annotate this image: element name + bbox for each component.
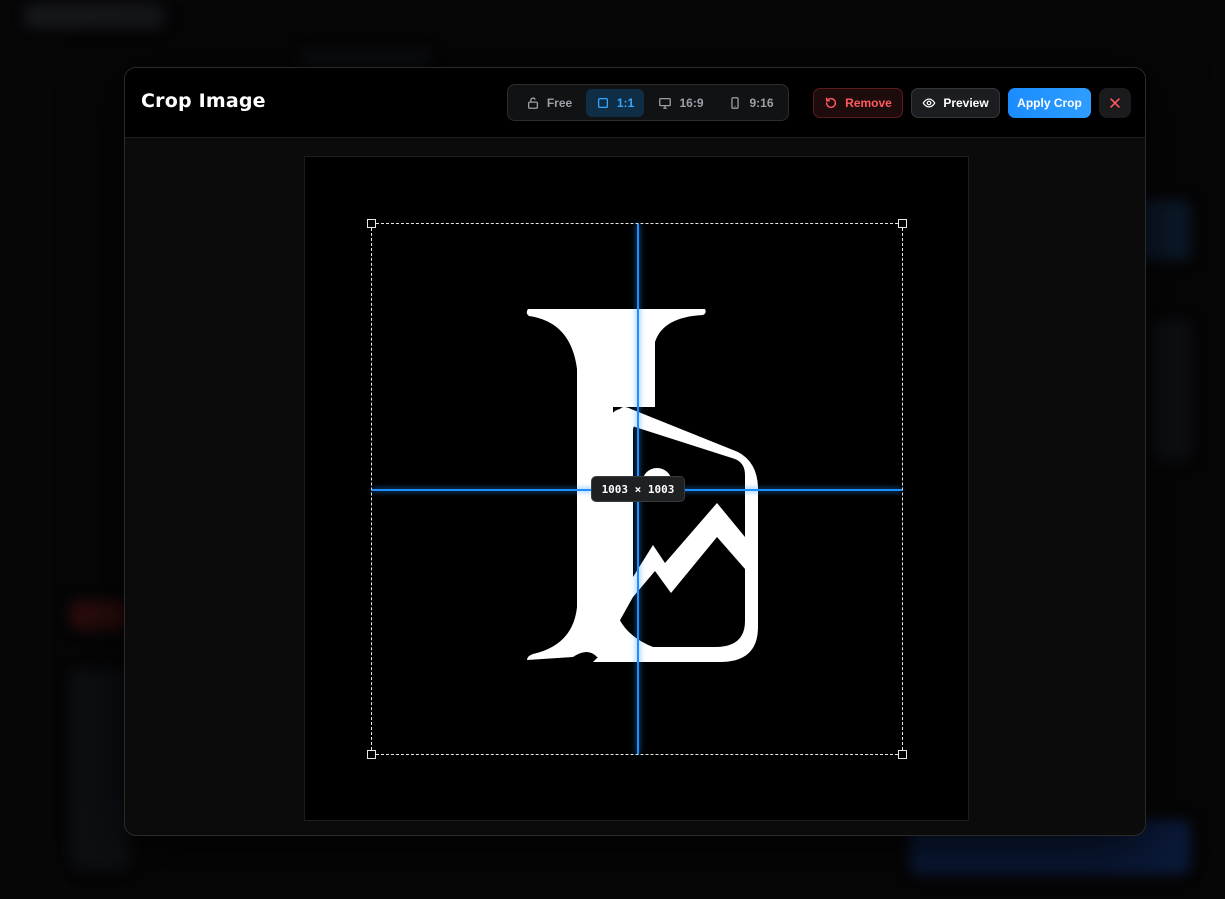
crop-handle-top-right[interactable]	[898, 219, 907, 228]
background-nav-blur	[300, 50, 430, 66]
modal-header: Crop Image Free 1:1 16:9 9:16 Remove Pre…	[125, 68, 1145, 138]
background-sidebar-blur	[1150, 320, 1190, 460]
ratio-free-label: Free	[546, 95, 573, 110]
aspect-ratio-selector: Free 1:1 16:9 9:16	[507, 84, 789, 121]
close-icon	[1110, 98, 1120, 108]
apply-crop-button[interactable]: Apply Crop	[1008, 88, 1091, 118]
ratio-9-16-label: 9:16	[749, 95, 774, 110]
crop-size-label: 1003 × 1003	[591, 476, 685, 502]
phone-icon	[731, 96, 740, 109]
preview-label: Preview	[943, 96, 989, 110]
monitor-icon	[659, 97, 672, 109]
crop-handle-top-left[interactable]	[367, 219, 376, 228]
apply-crop-label: Apply Crop	[1017, 96, 1082, 110]
preview-button[interactable]: Preview	[911, 88, 1000, 118]
crop-handle-bottom-left[interactable]	[367, 750, 376, 759]
background-list-blur	[70, 670, 130, 870]
ratio-16-9-label: 16:9	[679, 95, 704, 110]
crop-image-modal: Crop Image Free 1:1 16:9 9:16 Remove Pre…	[124, 67, 1146, 836]
eye-icon	[922, 98, 936, 108]
background-logo-blur	[24, 4, 164, 28]
ratio-1-1-button[interactable]: 1:1	[586, 88, 644, 117]
crop-handle-bottom-right[interactable]	[898, 750, 907, 759]
square-icon	[597, 97, 608, 108]
lock-open-icon	[527, 96, 538, 109]
rotate-ccw-icon	[826, 97, 837, 109]
crop-selection[interactable]: 1003 × 1003	[367, 219, 907, 759]
ratio-16-9-button[interactable]: 16:9	[644, 89, 718, 117]
ratio-1-1-label: 1:1	[616, 95, 635, 110]
crop-canvas[interactable]: 1003 × 1003	[304, 156, 969, 821]
background-badge-blur	[70, 600, 130, 630]
remove-label: Remove	[845, 96, 892, 110]
ratio-free-button[interactable]: Free	[512, 89, 586, 117]
modal-title: Crop Image	[141, 90, 266, 112]
close-button[interactable]	[1099, 88, 1131, 118]
ratio-9-16-button[interactable]: 9:16	[718, 89, 784, 117]
remove-button[interactable]: Remove	[813, 88, 903, 118]
